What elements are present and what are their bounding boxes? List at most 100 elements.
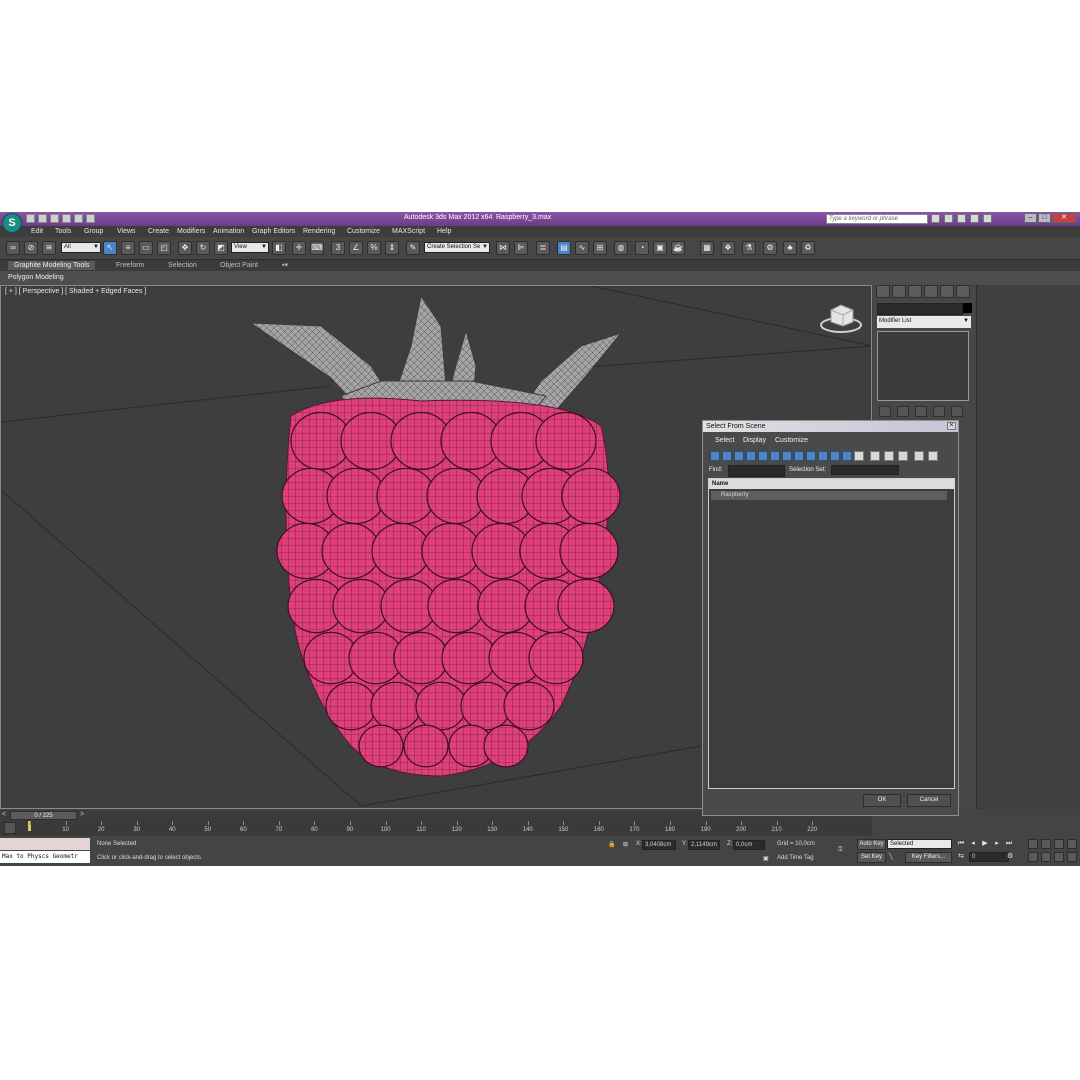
ribbon-options-icon[interactable]: ▪▾ — [276, 261, 294, 270]
cancel-button[interactable]: Cancel — [907, 794, 951, 807]
menu-customize[interactable]: Customize — [347, 228, 380, 235]
auto-key-button[interactable]: Auto Key — [857, 839, 886, 850]
undo-icon[interactable] — [62, 214, 71, 223]
spinner-snap-icon[interactable]: ⇕ — [385, 241, 399, 255]
display-hidden-icon[interactable] — [842, 451, 852, 461]
menu-modifiers[interactable]: Modifiers — [177, 228, 205, 235]
time-slider-handle[interactable]: 0 / 225 — [10, 811, 77, 820]
tab-selection[interactable]: Selection — [162, 261, 203, 270]
rotate-icon[interactable]: ↻ — [196, 241, 210, 255]
dialog-menu-select[interactable]: Select — [715, 437, 734, 444]
dialog-title-bar[interactable]: Select From Scene — [703, 421, 958, 432]
favorites-star-icon[interactable] — [970, 214, 979, 223]
pan-view-icon[interactable] — [1041, 852, 1051, 862]
modifier-stack[interactable] — [877, 331, 969, 401]
save-file-icon[interactable] — [50, 214, 59, 223]
dialog-menu-display[interactable]: Display — [743, 437, 766, 444]
find-input[interactable] — [728, 465, 785, 477]
select-object-icon[interactable]: ↖ — [103, 241, 117, 255]
bind-space-warp-icon[interactable]: ≋ — [42, 241, 56, 255]
plugin-tool-5-icon[interactable]: ♣ — [783, 241, 797, 255]
display-frozen-icon[interactable] — [830, 451, 840, 461]
pivot-center-icon[interactable]: ◧ — [272, 241, 286, 255]
curve-editor-icon[interactable]: ∿ — [575, 241, 589, 255]
track-bar[interactable]: 10 20 30 40 50 60 70 80 90 100 110 120 130 140 150 160 1… — [0, 821, 872, 836]
menu-animation[interactable]: Animation — [213, 228, 244, 235]
selection-set-dropdown[interactable] — [831, 465, 899, 475]
selection-filter-dropdown[interactable]: All ▼ — [61, 242, 101, 253]
dialog-menu-customize[interactable]: Customize — [775, 437, 808, 444]
display-bones-icon[interactable] — [806, 451, 816, 461]
menu-views[interactable]: Views — [117, 228, 136, 235]
keyword-search-input[interactable]: Type a keyword or phrase — [826, 214, 928, 224]
display-lights-icon[interactable] — [734, 451, 744, 461]
utilities-tab-icon[interactable] — [956, 285, 970, 298]
display-space-warps-icon[interactable] — [770, 451, 780, 461]
material-editor-icon[interactable]: ◍ — [614, 241, 628, 255]
reference-coord-dropdown[interactable]: View ▼ — [231, 242, 269, 253]
play-icon[interactable]: ▶ — [980, 839, 990, 849]
maxscript-mini-listener[interactable]: Max to Physcs Geometr — [0, 851, 90, 863]
new-file-icon[interactable] — [26, 214, 35, 223]
next-frame-arrow-icon[interactable]: > — [80, 811, 84, 818]
snaps-toggle-icon[interactable]: 3 — [331, 241, 345, 255]
plugin-tool-3-icon[interactable]: ⚗ — [742, 241, 756, 255]
open-file-icon[interactable] — [38, 214, 47, 223]
zoom-extents-icon[interactable] — [1054, 839, 1064, 849]
key-mode-dropdown[interactable]: Selected — [887, 839, 952, 849]
set-key-key-icon[interactable]: ⚿ — [838, 847, 843, 854]
object-color-swatch[interactable] — [963, 303, 972, 313]
scale-icon[interactable]: ◩ — [214, 241, 228, 255]
make-unique-icon[interactable] — [915, 406, 927, 417]
keyboard-shortcut-icon[interactable]: ⌨ — [310, 241, 324, 255]
maximize-viewport-icon[interactable] — [1067, 852, 1077, 862]
dependencies-icon[interactable] — [928, 451, 938, 461]
link-icon[interactable]: ∞ — [6, 241, 20, 255]
rendered-frame-icon[interactable]: ▣ — [653, 241, 667, 255]
layer-manager-icon[interactable]: ≣ — [536, 241, 550, 255]
display-cameras-icon[interactable] — [746, 451, 756, 461]
current-frame-field[interactable]: 0 — [969, 852, 1009, 862]
mirror-icon[interactable]: ⋈ — [496, 241, 510, 255]
filter-icon[interactable] — [914, 451, 924, 461]
move-icon[interactable]: ✥ — [178, 241, 192, 255]
zoom-all-icon[interactable] — [1041, 839, 1051, 849]
tab-graphite-modeling-tools[interactable]: Graphite Modeling Tools — [8, 261, 96, 270]
display-groups-icon[interactable] — [782, 451, 792, 461]
menu-create[interactable]: Create — [148, 228, 169, 235]
display-helpers-icon[interactable] — [758, 451, 768, 461]
polygon-modeling-panel[interactable]: Polygon Modeling — [8, 274, 64, 281]
go-to-end-icon[interactable]: ⏭ — [1004, 839, 1014, 849]
x-coordinate-field[interactable]: 3,0408cm — [642, 840, 676, 850]
menu-help[interactable]: Help — [437, 228, 451, 235]
go-to-start-icon[interactable]: ⏮ — [956, 839, 966, 849]
mini-curve-editor-icon[interactable] — [4, 822, 16, 834]
align-icon[interactable]: ⊫ — [514, 241, 528, 255]
menu-maxscript[interactable]: MAXScript — [392, 228, 425, 235]
select-manipulate-icon[interactable]: ✛ — [292, 241, 306, 255]
y-coordinate-field[interactable]: 2,1149cm — [688, 840, 720, 850]
render-production-icon[interactable]: ☕ — [671, 241, 685, 255]
time-config-icon[interactable]: ⚙ — [1005, 852, 1015, 862]
motion-tab-icon[interactable] — [924, 285, 938, 298]
minimize-button[interactable]: – — [1024, 213, 1037, 223]
menu-tools[interactable]: Tools — [55, 228, 71, 235]
next-frame-icon[interactable]: ▸ — [992, 839, 1002, 849]
help-icon[interactable] — [983, 214, 992, 223]
display-xrefs-icon[interactable] — [794, 451, 804, 461]
dialog-close-button[interactable]: × — [947, 422, 956, 430]
time-tag-icon[interactable]: ▣ — [763, 855, 769, 862]
close-button[interactable]: ✕ — [1052, 213, 1076, 223]
plugin-tool-1-icon[interactable]: ▦ — [700, 241, 714, 255]
z-coordinate-field[interactable]: 0,0cm — [733, 840, 765, 850]
field-of-view-icon[interactable] — [1028, 852, 1038, 862]
search-binoculars-icon[interactable] — [931, 214, 940, 223]
display-containers-icon[interactable] — [818, 451, 828, 461]
sync-selection-icon[interactable] — [898, 451, 908, 461]
zoom-icon[interactable] — [1028, 839, 1038, 849]
menu-edit[interactable]: Edit — [31, 228, 43, 235]
pin-stack-icon[interactable] — [879, 406, 891, 417]
plugin-tool-4-icon[interactable]: ⚙ — [763, 241, 777, 255]
window-crossing-icon[interactable]: ◰ — [157, 241, 171, 255]
lock-selection-icon[interactable]: 🔒 — [608, 841, 615, 848]
